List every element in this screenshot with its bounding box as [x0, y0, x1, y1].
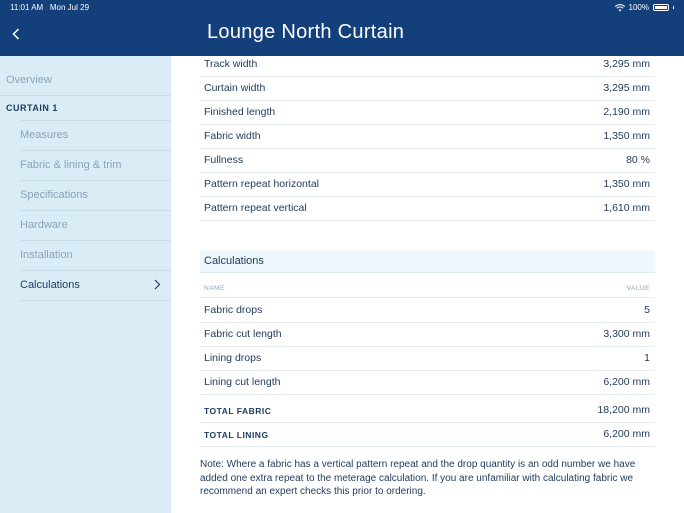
column-header-value: VALUE: [626, 285, 650, 292]
status-time: 11:01 AM Mon Jul 29: [10, 3, 90, 12]
row-value: 3,295 mm: [603, 58, 650, 70]
row-value: 6,200 mm: [603, 376, 650, 388]
sidebar-item-label: Overview: [6, 74, 52, 86]
section-title: Calculations: [204, 255, 264, 267]
row-value: 80 %: [626, 154, 650, 166]
status-bar: 11:01 AM Mon Jul 29 100%: [0, 0, 684, 16]
row-label: Fabric drops: [204, 304, 263, 316]
sidebar-item-hardware[interactable]: Hardware: [0, 210, 171, 240]
wifi-icon: [614, 3, 625, 11]
measure-row: Fabric width 1,350 mm: [200, 125, 655, 149]
row-value: 3,300 mm: [603, 328, 650, 340]
calculation-row: Fabric drops 5: [200, 299, 655, 323]
row-label: Track width: [204, 58, 258, 70]
sidebar-item-label: Hardware: [20, 219, 68, 231]
row-label: Lining drops: [204, 352, 262, 364]
chevron-left-icon: [12, 28, 20, 40]
back-button[interactable]: [8, 24, 24, 44]
row-label: Pattern repeat horizontal: [204, 178, 319, 190]
battery-icon: [653, 4, 669, 11]
sidebar-item-label: Calculations: [20, 279, 80, 291]
row-label: Lining cut length: [204, 376, 281, 388]
measure-row: Pattern repeat vertical 1,610 mm: [200, 197, 655, 221]
sidebar-item-label: Installation: [20, 249, 73, 261]
row-value: 1,350 mm: [603, 178, 650, 190]
total-row: TOTAL LINING 6,200 mm: [200, 423, 655, 447]
sidebar-item-label: Measures: [20, 129, 69, 141]
status-indicators: 100%: [614, 3, 674, 12]
row-value: 5: [644, 304, 650, 316]
main-content: Track width 3,295 mm Curtain width 3,295 m…: [171, 56, 684, 513]
row-label: Curtain width: [204, 82, 266, 94]
row-label: Fabric cut length: [204, 328, 282, 340]
sidebar-item-fabric-lining-trim[interactable]: Fabric & lining & trim: [0, 150, 171, 180]
measure-row: Curtain width 3,295 mm: [200, 77, 655, 101]
sidebar-item-specifications[interactable]: Specifications: [0, 180, 171, 210]
sidebar-item-installation[interactable]: Installation: [0, 240, 171, 270]
nav-header: 11:01 AM Mon Jul 29 100% Lounge North Cu…: [0, 0, 684, 56]
row-value: 3,295 mm: [603, 82, 650, 94]
sidebar-section-label: CURTAIN 1: [6, 103, 58, 113]
row-value: 18,200 mm: [597, 404, 650, 416]
measure-row: Pattern repeat horizontal 1,350 mm: [200, 173, 655, 197]
measure-row: Fullness 80 %: [200, 149, 655, 173]
sidebar-item-label: Specifications: [20, 189, 88, 201]
sidebar-section-curtain-1: CURTAIN 1: [0, 93, 171, 123]
row-label: Pattern repeat vertical: [204, 202, 307, 214]
row-label: Fullness: [204, 154, 244, 166]
measure-row: Finished length 2,190 mm: [200, 101, 655, 125]
battery-percent: 100%: [628, 3, 649, 12]
sidebar-item-calculations[interactable]: Calculations: [0, 270, 171, 300]
measure-row: Track width 3,295 mm: [200, 53, 655, 77]
sidebar-item-measures[interactable]: Measures: [0, 120, 171, 150]
row-value: 1,350 mm: [603, 130, 650, 142]
sidebar-item-overview[interactable]: Overview: [0, 65, 171, 95]
calculation-note: Note: Where a fabric has a vertical patt…: [200, 459, 636, 497]
calculations-section-header: Calculations: [200, 250, 655, 273]
column-header-name: NAME: [204, 285, 225, 292]
row-value: 1,610 mm: [603, 202, 650, 214]
row-value: 1: [644, 352, 650, 364]
sidebar-item-label: Fabric & lining & trim: [20, 159, 122, 171]
row-label: TOTAL FABRIC: [204, 406, 272, 416]
table-column-header: NAME VALUE: [200, 280, 655, 298]
calculation-row: Lining drops 1: [200, 347, 655, 371]
calculation-row: Fabric cut length 3,300 mm: [200, 323, 655, 347]
chevron-right-icon: [154, 279, 161, 290]
row-value: 6,200 mm: [603, 428, 650, 440]
row-label: Finished length: [204, 106, 276, 118]
calculation-row: Lining cut length 6,200 mm: [200, 371, 655, 395]
sidebar: Overview CURTAIN 1 Measures Fabric & lin…: [0, 56, 171, 513]
row-value: 2,190 mm: [603, 106, 650, 118]
total-row: TOTAL FABRIC 18,200 mm: [200, 399, 655, 423]
row-label: TOTAL LINING: [204, 430, 269, 440]
page-title: Lounge North Curtain: [207, 21, 405, 43]
row-label: Fabric width: [204, 130, 261, 142]
